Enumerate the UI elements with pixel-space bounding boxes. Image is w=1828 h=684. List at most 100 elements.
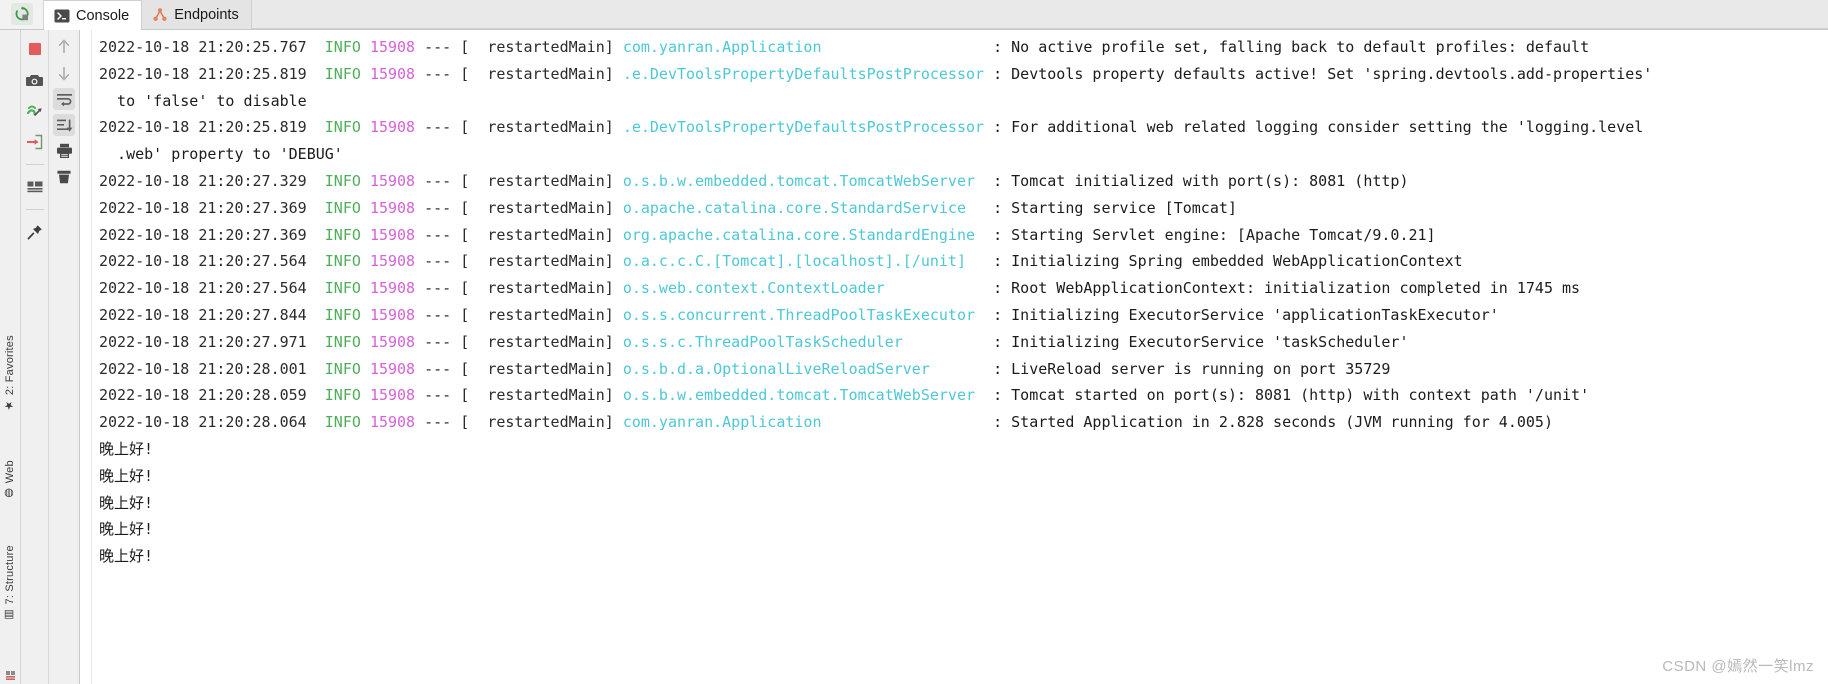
log-message-continuation: .web' property to 'DEBUG' <box>99 145 343 164</box>
log-level: INFO <box>324 38 361 56</box>
screenshot-button[interactable] <box>24 69 46 91</box>
log-timestamp: 2022-10-18 21:20:27.369 <box>99 198 325 217</box>
log-space <box>361 65 370 83</box>
log-line-continuation: to 'false' to disable <box>93 88 1828 115</box>
log-space <box>361 413 370 431</box>
log-line: 2022-10-18 21:20:27.564 INFO 15908 --- [… <box>93 275 1828 302</box>
console-icon <box>54 8 70 24</box>
log-timestamp: 2022-10-18 21:20:28.001 <box>99 359 325 378</box>
log-plain-text: 晚上好! <box>99 547 154 566</box>
tool-window-favorites-label: 2: Favorites <box>4 335 16 395</box>
log-logger: .e.DevToolsPropertyDefaultsPostProcessor <box>622 64 994 83</box>
log-logger: com.yanran.Application <box>622 413 994 432</box>
pin-tab-button[interactable] <box>24 221 46 243</box>
log-line: 2022-10-18 21:20:27.329 INFO 15908 --- [… <box>93 168 1828 195</box>
log-space <box>361 38 370 56</box>
log-line: 2022-10-18 21:20:28.001 INFO 15908 --- [… <box>93 356 1828 383</box>
log-logger: org.apache.catalina.core.StandardEngine <box>622 225 994 244</box>
tab-endpoints-label: Endpoints <box>174 6 239 23</box>
log-space <box>361 360 370 378</box>
log-logger: o.s.s.concurrent.ThreadPoolTaskExecutor <box>622 305 994 324</box>
log-timestamp: 2022-10-18 21:20:27.971 <box>99 332 325 351</box>
log-level: INFO <box>324 279 361 298</box>
print-icon <box>56 143 72 158</box>
log-line-continuation: .web' property to 'DEBUG' <box>93 141 1828 168</box>
log-thread: [ restartedMain] <box>460 413 623 432</box>
log-thread: [ restartedMain] <box>460 305 623 324</box>
log-separator: --- <box>415 359 461 378</box>
layout-icon <box>27 181 42 192</box>
log-timestamp: 2022-10-18 21:20:27.844 <box>99 305 325 324</box>
soft-wrap-button[interactable] <box>53 88 75 110</box>
console-tabbar: Console Endpoints <box>0 0 1828 30</box>
log-thread: [ restartedMain] <box>460 279 623 298</box>
scroll-to-end-button[interactable] <box>53 114 75 136</box>
clear-all-button[interactable] <box>53 166 75 188</box>
tab-endpoints[interactable]: Endpoints <box>142 0 252 29</box>
log-line: 2022-10-18 21:20:25.767 INFO 15908 --- [… <box>93 34 1828 61</box>
rerun-button[interactable] <box>10 3 33 25</box>
console-text[interactable]: 2022-10-18 21:20:25.767 INFO 15908 --- [… <box>93 30 1828 684</box>
log-line-plain: 晚上好! <box>93 436 1828 463</box>
tool-window-favorites[interactable]: ★ 2: Favorites <box>4 335 17 412</box>
thread-dump-button[interactable] <box>24 100 46 122</box>
export-button[interactable] <box>24 131 46 153</box>
run-actions-toolbar <box>21 30 49 684</box>
log-line-plain: 晚上好! <box>93 463 1828 490</box>
tab-console[interactable]: Console <box>44 0 143 30</box>
log-thread: [ restartedMain] <box>460 198 623 217</box>
log-plain-text: 晚上好! <box>99 520 154 539</box>
log-message: : Initializing ExecutorService 'applicat… <box>993 305 1499 324</box>
log-line: 2022-10-18 21:20:27.844 INFO 15908 --- [… <box>93 302 1828 329</box>
log-thread: [ restartedMain] <box>460 332 623 351</box>
log-message: : Starting Servlet engine: [Apache Tomca… <box>993 225 1436 244</box>
log-level: INFO <box>324 171 361 190</box>
stop-button[interactable] <box>24 38 46 60</box>
log-plain-text: 晚上好! <box>99 493 154 512</box>
log-line: 2022-10-18 21:20:27.564 INFO 15908 --- [… <box>93 248 1828 275</box>
log-message: : Tomcat started on port(s): 8081 (http)… <box>993 386 1590 405</box>
log-logger: o.s.b.w.embedded.tomcat.TomcatWebServer <box>622 171 994 190</box>
print-button[interactable] <box>53 140 75 162</box>
log-line: 2022-10-18 21:20:27.369 INFO 15908 --- [… <box>93 222 1828 249</box>
log-space <box>361 279 370 297</box>
tool-window-structure[interactable]: ▤ 7: Structure <box>4 545 17 621</box>
console-layout-button[interactable] <box>24 176 46 198</box>
log-pid: 15908 <box>369 279 416 298</box>
console-body: ★ 2: Favorites ◍ Web ▤ 7: Structure 2022… <box>0 30 1828 684</box>
scroll-up-button[interactable] <box>53 36 75 58</box>
log-message: : No active profile set, falling back to… <box>993 38 1590 56</box>
log-message: : For additional web related logging con… <box>993 118 1644 137</box>
log-thread: [ restartedMain] <box>460 252 623 271</box>
log-line: 2022-10-18 21:20:25.819 INFO 15908 --- [… <box>93 61 1828 88</box>
log-thread: [ restartedMain] <box>460 225 623 244</box>
log-line: 2022-10-18 21:20:27.369 INFO 15908 --- [… <box>93 195 1828 222</box>
console-gutter <box>80 30 92 684</box>
ide-run-window: Console Endpoints ★ 2: Favorites ◍ Web ▤… <box>0 0 1828 684</box>
log-thread: [ restartedMain] <box>460 64 623 83</box>
trash-icon <box>57 170 71 184</box>
log-separator: --- <box>415 305 461 324</box>
console-output-panel[interactable]: 2022-10-18 21:20:25.767 INFO 15908 --- [… <box>80 30 1828 684</box>
toolbar-divider-1 <box>25 164 44 165</box>
log-separator: --- <box>415 225 461 244</box>
log-space <box>361 252 370 270</box>
log-message: : Root WebApplicationContext: initializa… <box>993 279 1581 298</box>
rerun-area <box>0 0 44 29</box>
log-logger: o.s.b.d.a.OptionalLiveReloadServer <box>622 359 994 378</box>
log-timestamp: 2022-10-18 21:20:25.767 <box>99 38 325 56</box>
log-thread: [ restartedMain] <box>460 118 623 137</box>
log-level: INFO <box>324 386 361 405</box>
log-pid: 15908 <box>369 118 416 137</box>
log-space <box>361 226 370 244</box>
pin-icon <box>27 225 42 240</box>
log-level: INFO <box>324 359 361 378</box>
log-thread: [ restartedMain] <box>460 171 623 190</box>
arrow-up-icon <box>58 39 70 53</box>
scroll-down-button[interactable] <box>53 62 75 84</box>
log-logger: .e.DevToolsPropertyDefaultsPostProcessor <box>622 118 994 137</box>
console-actions-toolbar <box>49 30 80 684</box>
tool-window-web[interactable]: ◍ Web <box>4 460 17 500</box>
log-pid: 15908 <box>369 225 416 244</box>
log-space <box>361 199 370 217</box>
